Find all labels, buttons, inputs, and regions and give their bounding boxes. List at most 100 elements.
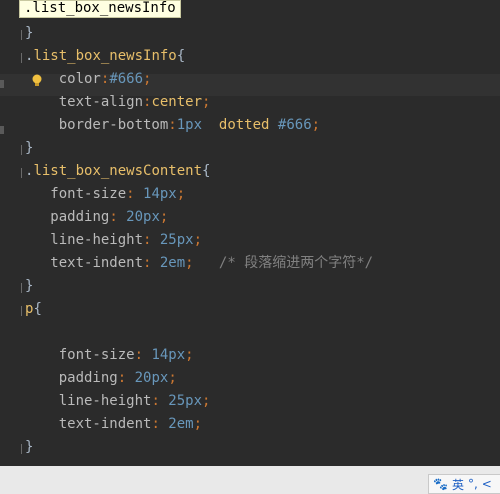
code-line[interactable]: }	[25, 275, 33, 297]
code-line[interactable]: text-align:center;	[25, 91, 211, 113]
code-token: ;	[159, 209, 169, 225]
code-line[interactable]: text-indent: 2em; /* 段落缩进两个字符*/	[25, 252, 373, 274]
code-line[interactable]: line-height: 25px;	[25, 390, 211, 412]
code-token: color	[58, 71, 101, 87]
code-token: 25px	[168, 393, 203, 409]
code-line[interactable]: font-size: 14px;	[25, 344, 194, 366]
code-token: :	[126, 186, 144, 202]
code-token: ;	[193, 416, 203, 432]
code-line[interactable]: .list_box_newsInfo{	[25, 45, 185, 67]
code-token: :	[168, 117, 177, 133]
code-token: 2em	[168, 416, 194, 432]
code-token: line-height	[50, 232, 144, 248]
code-line[interactable]: color:#666;	[25, 68, 152, 90]
code-token: 2em	[159, 255, 186, 271]
code-token: 1px	[176, 117, 203, 133]
code-line[interactable]: p{	[25, 298, 42, 320]
fold-marker-icon[interactable]	[18, 444, 26, 454]
code-token: :	[151, 393, 169, 409]
code-token: 20px	[126, 209, 160, 225]
ime-toolbar[interactable]: 🐾 英 °, <	[428, 474, 500, 494]
code-token: /* 段落缩进两个字符*/	[218, 255, 374, 271]
gutter-marker	[0, 126, 4, 134]
code-line[interactable]: }	[25, 137, 33, 159]
code-line[interactable]: }	[25, 436, 33, 458]
code-token: :	[151, 416, 169, 432]
code-line[interactable]: text-indent: 2em;	[25, 413, 202, 435]
code-token: list_box_newsInfo	[33, 48, 177, 64]
code-token: #666	[277, 117, 312, 133]
fold-marker-icon[interactable]	[18, 283, 26, 293]
fold-marker-icon[interactable]	[18, 145, 26, 155]
paw-icon[interactable]: 🐾	[433, 477, 448, 491]
code-token: ;	[168, 370, 177, 386]
ime-language-label[interactable]: 英	[452, 476, 464, 493]
fold-marker-icon[interactable]	[18, 306, 26, 316]
code-line[interactable]: .list_box_newsContent{	[25, 160, 210, 182]
code-token: ;	[185, 255, 194, 271]
code-token: #666	[109, 71, 144, 87]
code-token: 20px	[134, 370, 169, 386]
fold-marker-icon[interactable]	[18, 30, 26, 40]
code-token: text-indent	[58, 416, 152, 432]
taskbar	[0, 466, 500, 494]
code-token: }	[25, 25, 34, 41]
code-token: font-size	[50, 186, 127, 202]
code-line[interactable]: font-size: 14px;	[25, 183, 185, 205]
code-token: {	[33, 301, 42, 317]
code-token: padding	[50, 209, 110, 225]
code-token: }	[25, 439, 34, 455]
code-token: ;	[193, 232, 203, 248]
code-token: text-align	[58, 94, 144, 110]
code-line[interactable]: padding: 20px;	[25, 206, 168, 228]
code-token: :	[143, 232, 160, 248]
tooltip: .list_box_newsInfo	[19, 0, 181, 18]
code-token: :	[109, 209, 127, 225]
code-token: :	[117, 370, 135, 386]
code-token: line-height	[58, 393, 152, 409]
fold-marker-icon[interactable]	[18, 168, 26, 178]
code-line[interactable]: line-height: 25px;	[25, 229, 202, 251]
gutter-marker	[0, 80, 4, 88]
code-token: list_box_newsContent	[33, 163, 203, 179]
code-line[interactable]: }	[25, 22, 33, 44]
code-token: }	[25, 140, 34, 156]
code-token: :	[143, 255, 160, 271]
code-token: border-bottom	[58, 117, 169, 133]
code-editor[interactable]: margin:10px 0;}.list_box_newsInfo{ color…	[0, 0, 500, 466]
code-token: padding	[58, 370, 118, 386]
code-token: ;	[311, 117, 321, 133]
code-token: font-size	[58, 347, 135, 363]
code-token: ;	[202, 393, 211, 409]
code-token: {	[176, 48, 186, 64]
code-token: :	[134, 347, 152, 363]
code-token: center	[151, 94, 203, 110]
code-token: }	[25, 278, 34, 294]
ime-extra-label[interactable]: <	[482, 477, 492, 491]
code-token: 14px	[151, 347, 186, 363]
code-token: text-indent	[50, 255, 144, 271]
code-line[interactable]: border-bottom:1px dotted #666;	[25, 114, 320, 136]
code-token: 25px	[159, 232, 194, 248]
code-token: ;	[202, 94, 211, 110]
code-token: {	[202, 163, 211, 179]
code-token: 14px	[143, 186, 177, 202]
ime-punctuation-label[interactable]: °,	[468, 477, 478, 491]
code-token: dotted	[218, 117, 270, 133]
code-token: ;	[176, 186, 186, 202]
code-line[interactable]: padding: 20px;	[25, 367, 177, 389]
fold-marker-icon[interactable]	[18, 53, 26, 63]
